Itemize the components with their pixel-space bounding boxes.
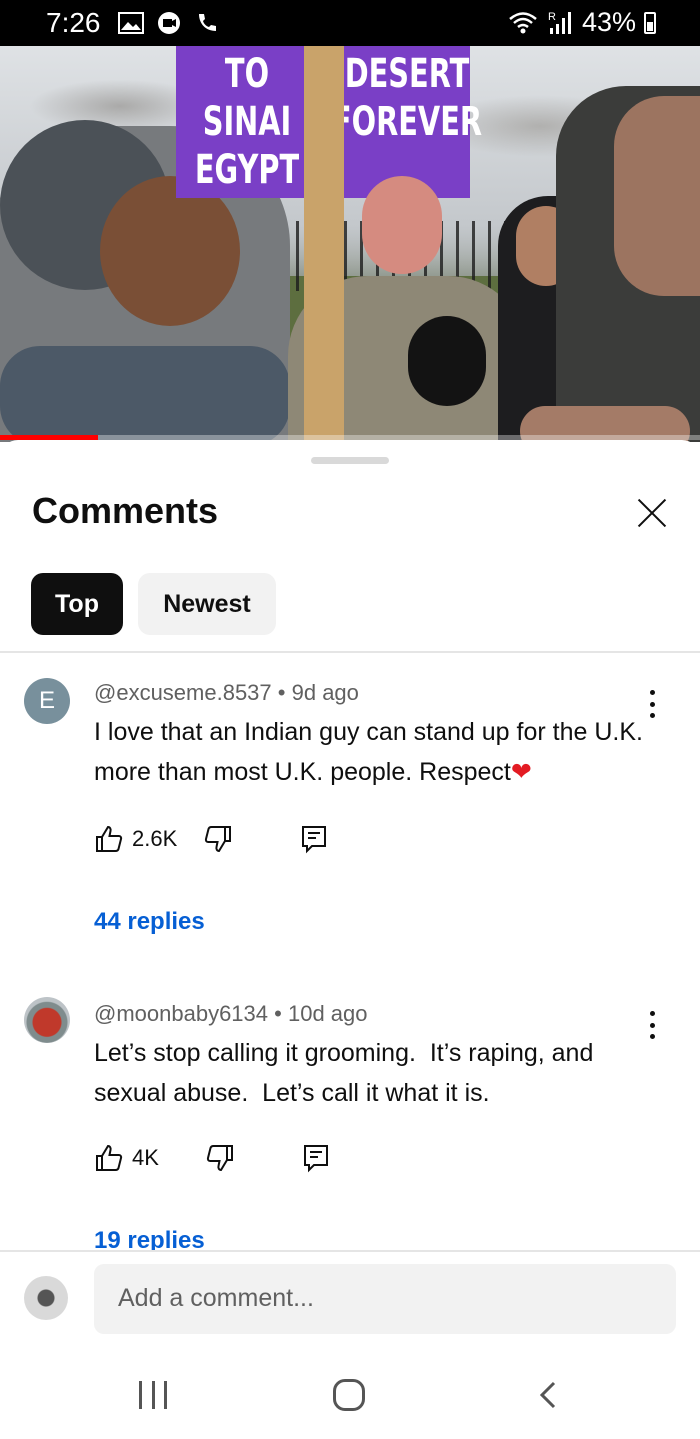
tab-top[interactable]: Top bbox=[31, 573, 123, 635]
like-count: 4K bbox=[132, 1145, 159, 1170]
back-icon[interactable] bbox=[536, 1381, 560, 1409]
avatar[interactable] bbox=[24, 997, 70, 1043]
wifi-icon bbox=[509, 11, 537, 33]
divider bbox=[0, 1250, 700, 1252]
avatar[interactable] bbox=[24, 1276, 68, 1320]
system-nav-bar bbox=[0, 1350, 700, 1439]
comment-author[interactable]: @moonbaby6134 bbox=[94, 1001, 268, 1026]
comments-title: Comments bbox=[32, 490, 219, 531]
thumbs-up-icon[interactable] bbox=[94, 1143, 124, 1173]
comment-actions: 2.6K bbox=[94, 822, 329, 856]
sign-text-right: DESERT FOREVER bbox=[331, 51, 483, 145]
comment-meta: @excuseme.8537 • 9d ago bbox=[94, 680, 359, 705]
comment-author[interactable]: @excuseme.8537 bbox=[94, 680, 272, 705]
wifi-call-icon bbox=[199, 14, 216, 31]
avatar[interactable]: E bbox=[24, 678, 70, 724]
comment-age: 9d ago bbox=[291, 680, 359, 705]
like-count: 2.6K bbox=[132, 826, 178, 851]
thumbs-down-icon[interactable] bbox=[203, 824, 233, 854]
replies-link[interactable]: 19 replies bbox=[94, 1227, 205, 1251]
comment-meta: @moonbaby6134 • 10d ago bbox=[94, 1001, 368, 1026]
comment-age: 10d ago bbox=[287, 1001, 368, 1026]
zombie-mask bbox=[362, 176, 442, 274]
tab-newest[interactable]: Newest bbox=[138, 573, 276, 635]
heart-icon: ❤ bbox=[510, 758, 532, 786]
status-time: 7:26 bbox=[46, 7, 101, 38]
comments-sheet: Comments Top Newest E @excuseme.8537 • 9… bbox=[0, 440, 700, 1439]
thumbs-down-icon[interactable] bbox=[205, 1143, 235, 1173]
reply-icon[interactable] bbox=[299, 824, 329, 854]
home-icon[interactable] bbox=[333, 1379, 365, 1411]
divider bbox=[0, 651, 700, 653]
video-player[interactable]: TO SINAI EGYPT DESERT FOREVER bbox=[0, 46, 700, 442]
sign-text-left: TO SINAI EGYPT bbox=[194, 51, 300, 193]
comment-text: I love that an Indian guy can stand up f… bbox=[94, 718, 643, 786]
signal-icon: R bbox=[548, 11, 571, 34]
replies-link[interactable]: 44 replies bbox=[94, 908, 205, 936]
video-call-icon bbox=[158, 12, 180, 34]
comment-actions: 4K bbox=[94, 1141, 331, 1175]
add-comment-input[interactable]: Add a comment... bbox=[94, 1264, 676, 1334]
drag-handle[interactable] bbox=[311, 457, 389, 464]
svg-text:R: R bbox=[548, 11, 556, 23]
thumbs-up-icon[interactable] bbox=[94, 824, 124, 854]
microphone bbox=[408, 316, 486, 406]
comment-text: Let’s stop calling it grooming. It’s rap… bbox=[94, 1039, 601, 1107]
close-icon[interactable] bbox=[630, 490, 676, 536]
status-bar: 7:26 R 43% bbox=[0, 0, 700, 46]
recent-apps-icon[interactable] bbox=[139, 1381, 167, 1409]
battery-icon bbox=[644, 11, 656, 34]
gallery-icon bbox=[118, 12, 144, 34]
battery-percent: 43% bbox=[581, 7, 636, 37]
reply-icon[interactable] bbox=[301, 1143, 331, 1173]
